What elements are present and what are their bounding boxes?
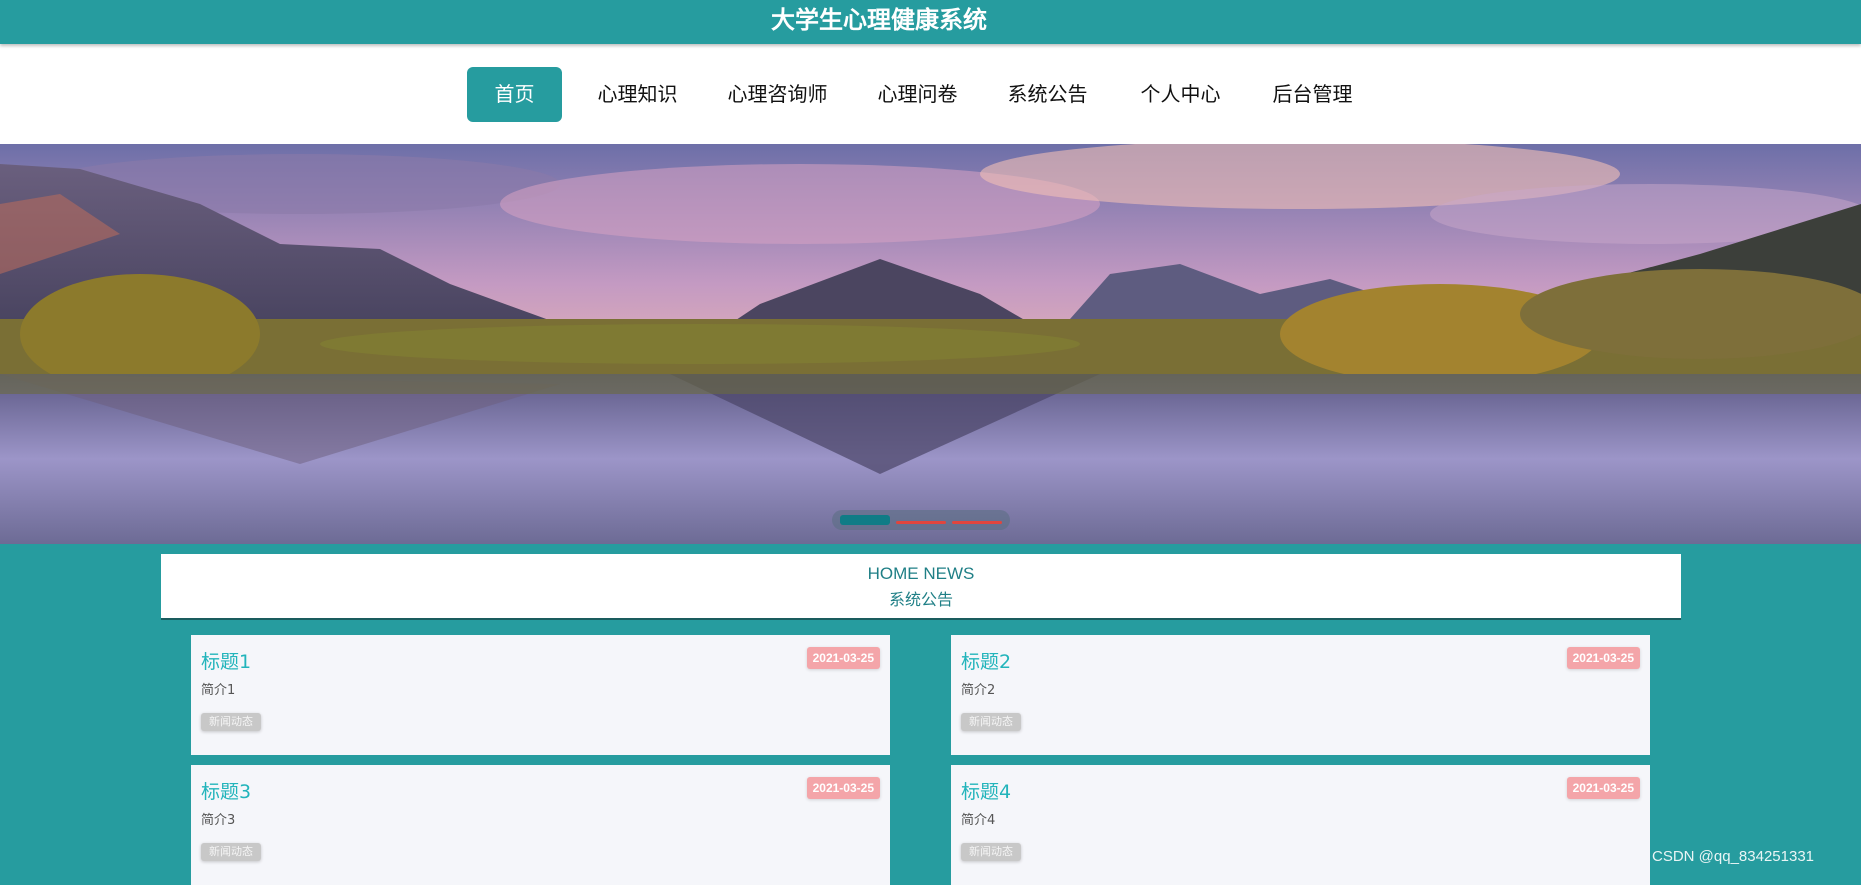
news-section-header: HOME NEWS 系统公告: [161, 554, 1681, 620]
news-title[interactable]: 标题2: [961, 647, 1011, 674]
news-tag: 新闻动态: [201, 713, 261, 731]
news-tag: 新闻动态: [961, 843, 1021, 861]
news-date-badge: 2021-03-25: [1566, 777, 1640, 799]
news-summary: 简介2: [961, 683, 996, 698]
main-nav: 首页 心理知识 心理咨询师 心理问卷 系统公告 个人中心 后台管理: [0, 44, 1861, 144]
banner-image: [0, 144, 1861, 544]
news-summary: 简介3: [201, 813, 236, 828]
nav-item-counselor[interactable]: 心理咨询师: [715, 67, 840, 122]
nav-item-questionnaire[interactable]: 心理问卷: [865, 67, 970, 122]
section-title-en: HOME NEWS: [867, 564, 975, 583]
carousel-dot-3[interactable]: [952, 521, 1002, 524]
nav-item-knowledge[interactable]: 心理知识: [585, 67, 690, 122]
banner-carousel[interactable]: [0, 144, 1861, 544]
news-date-badge: 2021-03-25: [1566, 647, 1640, 669]
news-card[interactable]: 标题3 2021-03-25 简介3 新闻动态: [191, 765, 890, 885]
nav-item-announcements[interactable]: 系统公告: [995, 67, 1100, 122]
news-title[interactable]: 标题3: [201, 777, 251, 804]
nav-item-admin[interactable]: 后台管理: [1260, 67, 1365, 122]
carousel-dot-1[interactable]: [840, 515, 890, 525]
news-card[interactable]: 标题2 2021-03-25 简介2 新闻动态: [951, 635, 1650, 755]
news-date-badge: 2021-03-25: [806, 777, 880, 799]
news-title[interactable]: 标题4: [961, 777, 1011, 804]
news-card[interactable]: 标题4 2021-03-25 简介4 新闻动态: [951, 765, 1650, 885]
carousel-dot-2[interactable]: [896, 521, 946, 524]
news-summary: 简介1: [201, 683, 236, 698]
nav-item-profile[interactable]: 个人中心: [1128, 67, 1233, 122]
news-summary: 简介4: [961, 813, 996, 828]
carousel-indicator: [832, 510, 1010, 530]
top-bar: 大学生心理健康系统: [0, 0, 1861, 44]
news-card[interactable]: 标题1 2021-03-25 简介1 新闻动态: [191, 635, 890, 755]
news-date-badge: 2021-03-25: [806, 647, 880, 669]
section-title-cn: 系统公告: [888, 590, 953, 609]
watermark: CSDN @qq_834251331: [1652, 848, 1815, 865]
news-tag: 新闻动态: [961, 713, 1021, 731]
nav-item-home[interactable]: 首页: [467, 67, 562, 122]
news-tag: 新闻动态: [201, 843, 261, 861]
news-title[interactable]: 标题1: [201, 647, 251, 674]
site-title: 大学生心理健康系统: [771, 6, 987, 34]
